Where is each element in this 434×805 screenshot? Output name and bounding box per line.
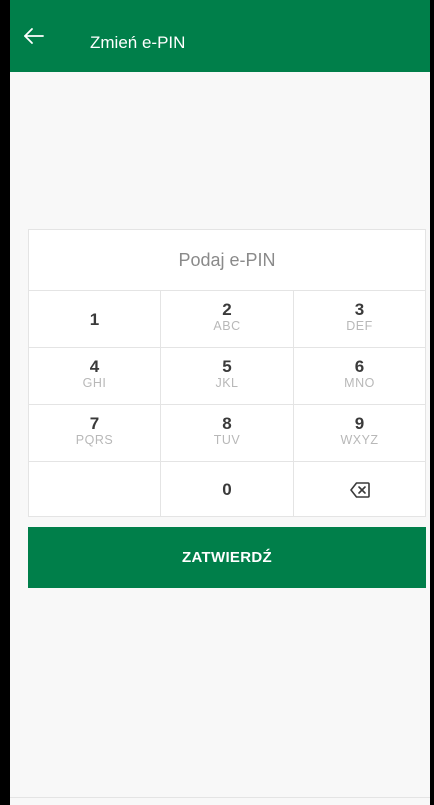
key-digit: 6 bbox=[354, 357, 365, 376]
key-digit: 8 bbox=[222, 414, 232, 433]
back-button[interactable] bbox=[20, 22, 48, 50]
key-digit: 2 bbox=[222, 300, 232, 319]
pin-entry-card: Podaj e-PIN 1 2 ABC 3 DEF 4 GHI 5 JKL 6 … bbox=[28, 229, 426, 517]
key-digit: 5 bbox=[222, 357, 232, 376]
key-letters: MNO bbox=[344, 376, 375, 390]
key-letters: PQRS bbox=[75, 433, 114, 447]
key-digit: 9 bbox=[354, 414, 365, 433]
key-4[interactable]: 4 GHI bbox=[29, 348, 161, 405]
key-letters: JKL bbox=[215, 376, 239, 390]
key-letters: TUV bbox=[213, 433, 241, 447]
key-letters: ABC bbox=[213, 319, 241, 333]
key-7[interactable]: 7 PQRS bbox=[29, 405, 161, 462]
key-letters: DEF bbox=[346, 319, 373, 333]
key-digit: 3 bbox=[354, 300, 365, 319]
key-5[interactable]: 5 JKL bbox=[161, 348, 294, 405]
key-digit: 0 bbox=[222, 480, 232, 499]
screen: Zmień e-PIN Podaj e-PIN 1 2 ABC 3 DEF 4 … bbox=[10, 0, 430, 805]
confirm-button[interactable]: ZATWIERDŹ bbox=[28, 527, 426, 588]
key-2[interactable]: 2 ABC bbox=[161, 291, 294, 348]
pin-input[interactable]: Podaj e-PIN bbox=[29, 230, 425, 291]
divider bbox=[10, 797, 430, 798]
key-8[interactable]: 8 TUV bbox=[161, 405, 294, 462]
key-1[interactable]: 1 bbox=[29, 291, 161, 348]
key-letters: WXYZ bbox=[340, 433, 379, 447]
key-3[interactable]: 3 DEF bbox=[294, 291, 425, 348]
backspace-icon bbox=[349, 481, 370, 498]
key-6[interactable]: 6 MNO bbox=[294, 348, 425, 405]
page-title: Zmień e-PIN bbox=[90, 33, 186, 52]
key-digit: 7 bbox=[89, 414, 100, 433]
app-bar: Zmień e-PIN bbox=[10, 0, 430, 72]
key-digit: 4 bbox=[89, 357, 100, 376]
key-digit: 1 bbox=[89, 310, 100, 329]
numeric-keypad: 1 2 ABC 3 DEF 4 GHI 5 JKL 6 MNO 7 PQRS 8… bbox=[29, 291, 425, 517]
key-0[interactable]: 0 bbox=[161, 462, 294, 517]
key-empty bbox=[29, 462, 161, 517]
backspace-button[interactable] bbox=[294, 462, 425, 517]
key-letters: GHI bbox=[82, 376, 107, 390]
key-9[interactable]: 9 WXYZ bbox=[294, 405, 425, 462]
arrow-left-icon bbox=[24, 28, 44, 44]
pin-input-placeholder: Podaj e-PIN bbox=[178, 250, 276, 270]
